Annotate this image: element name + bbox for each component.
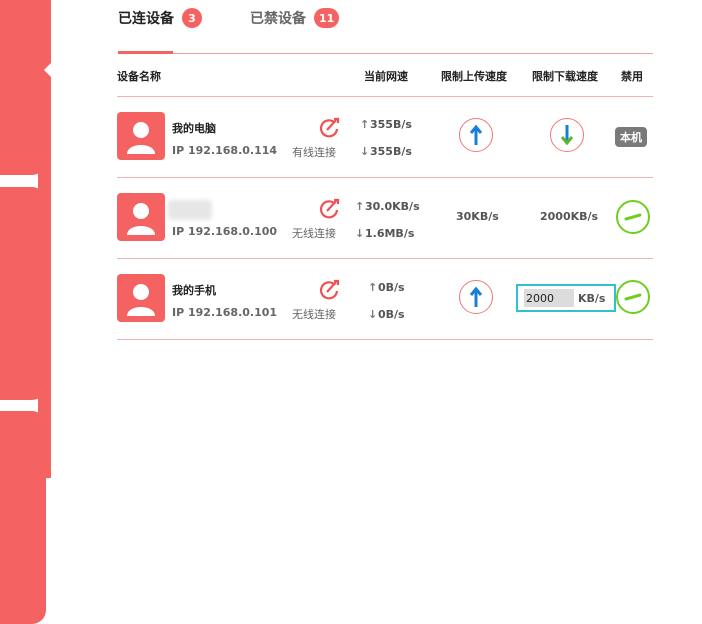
up-speed: ↑0B/s (368, 281, 405, 294)
tab-blocked-devices[interactable]: 已禁设备 11 (250, 8, 340, 28)
down-arrow-icon: ↓ (360, 145, 370, 158)
tab-divider (118, 53, 653, 54)
download-limit-input[interactable] (524, 289, 574, 307)
tab-blocked-count: 11 (314, 8, 340, 28)
col-limit-upload: 限制上传速度 (441, 70, 507, 83)
down-speed: ↓1.6MB/s (355, 227, 415, 240)
limit-download-button[interactable] (550, 118, 584, 152)
device-name: 我的手机 (172, 284, 216, 297)
tab-connected-count: 3 (182, 8, 202, 28)
up-arrow-icon: ↑ (355, 200, 365, 213)
col-disable: 禁用 (621, 70, 643, 83)
device-ip: IP 192.168.0.100 (172, 225, 278, 238)
row-divider (117, 339, 653, 340)
down-speed: ↓355B/s (360, 145, 412, 158)
active-indicator (44, 62, 52, 78)
down-speed: ↓0B/s (368, 308, 405, 321)
connection-type: 无线连接 (292, 308, 336, 321)
edit-icon[interactable] (318, 198, 340, 224)
col-current-speed: 当前网速 (364, 70, 408, 83)
disable-button[interactable] (616, 280, 650, 314)
sidebar-item-3[interactable] (0, 411, 46, 624)
limit-upload-button[interactable] (459, 280, 493, 314)
tab-blocked-label: 已禁设备 (250, 11, 306, 27)
upload-limit-value[interactable]: 30KB/s (456, 210, 499, 223)
download-limit-field[interactable]: KB/s (516, 284, 616, 312)
down-arrow-icon: ↓ (368, 308, 378, 321)
download-limit-value[interactable]: 2000KB/s (540, 210, 598, 223)
user-avatar-icon (117, 193, 165, 241)
col-device-name: 设备名称 (117, 70, 161, 83)
sidebar-item-2[interactable] (0, 187, 46, 400)
connection-type: 无线连接 (292, 227, 336, 240)
col-limit-download: 限制下载速度 (532, 70, 598, 83)
up-speed: ↑355B/s (360, 118, 412, 131)
disable-button[interactable] (616, 200, 650, 234)
device-ip: IP 192.168.0.114 (172, 144, 278, 157)
connection-type: 有线连接 (292, 146, 336, 159)
tab-active-underline (118, 51, 173, 54)
down-arrow-icon: ↓ (355, 227, 365, 240)
device-name-blurred (168, 200, 212, 220)
row-divider (117, 258, 653, 259)
user-avatar-icon (117, 112, 165, 160)
up-arrow-icon: ↑ (360, 118, 370, 131)
edit-icon[interactable] (318, 117, 340, 143)
tab-connected-label: 已连设备 (118, 11, 174, 27)
sidebar-item-1[interactable] (0, 0, 46, 175)
user-avatar-icon (117, 274, 165, 322)
tab-connected-devices[interactable]: 已连设备 3 (118, 8, 202, 28)
device-name: 我的电脑 (172, 122, 216, 135)
header-divider (117, 96, 653, 97)
row-divider (117, 177, 653, 178)
edit-icon[interactable] (318, 279, 340, 305)
up-speed: ↑30.0KB/s (355, 200, 420, 213)
up-arrow-icon: ↑ (368, 281, 378, 294)
download-limit-unit: KB/s (578, 291, 606, 305)
device-ip: IP 192.168.0.101 (172, 306, 278, 319)
this-device-tag: 本机 (615, 127, 647, 147)
limit-upload-button[interactable] (459, 118, 493, 152)
